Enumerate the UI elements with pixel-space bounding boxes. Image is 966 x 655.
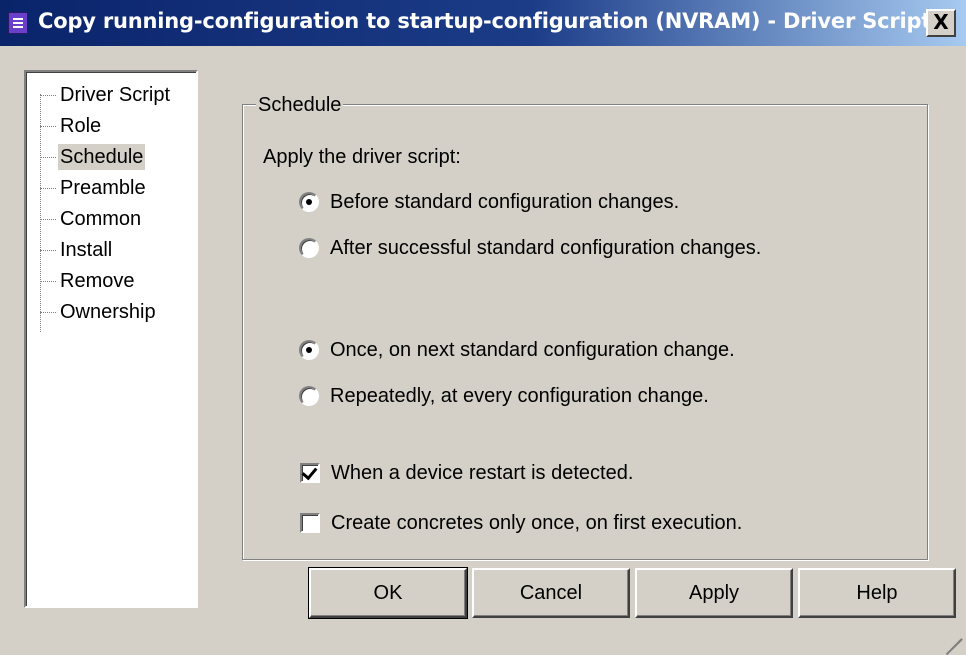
section-tree[interactable]: Driver Script Role Schedule Preamble Com… <box>24 70 198 608</box>
window-title: Copy running-configuration to startup-co… <box>38 9 932 33</box>
ok-button[interactable]: OK <box>308 567 468 619</box>
tree-dash <box>40 311 56 313</box>
tree-dash <box>40 218 56 220</box>
tree-item-preamble[interactable]: Preamble <box>40 173 148 203</box>
tree-item-schedule[interactable]: Schedule <box>40 142 146 172</box>
tree-item-label: Preamble <box>60 177 146 199</box>
tree-item-label: Common <box>60 208 142 230</box>
radio-selected-dot <box>306 347 312 353</box>
tree-dash <box>40 187 56 189</box>
radio-after-successful[interactable] <box>299 238 319 258</box>
schedule-group-label: Schedule <box>256 92 344 118</box>
close-button[interactable]: X <box>926 9 956 37</box>
checkmark-icon <box>301 463 318 481</box>
tree-item-label: Driver Script <box>60 84 171 106</box>
radio-before-standard[interactable] <box>299 192 319 212</box>
close-icon: X <box>933 10 949 34</box>
tree-dash <box>40 156 56 158</box>
tree-item-label: Install <box>60 239 113 261</box>
checkbox-label-concretes-once[interactable]: Create concretes only once, on first exe… <box>331 510 742 536</box>
tree-item-driver-script[interactable]: Driver Script <box>40 80 172 110</box>
cancel-button[interactable]: Cancel <box>472 568 630 618</box>
tree-item-install[interactable]: Install <box>40 235 114 265</box>
radio-selected-dot <box>306 199 312 205</box>
script-icon <box>8 12 28 34</box>
tree-item-label: Ownership <box>60 301 156 323</box>
tree-item-label: Remove <box>60 270 135 292</box>
radio-label-repeatedly[interactable]: Repeatedly, at every configuration chang… <box>330 383 709 409</box>
apply-label: Apply the driver script: <box>263 146 461 168</box>
tree-item-label: Role <box>60 115 102 137</box>
apply-button[interactable]: Apply <box>635 568 793 618</box>
title-bar[interactable]: Copy running-configuration to startup-co… <box>0 0 966 46</box>
tree-item-label: Schedule <box>58 144 146 170</box>
tree-dash <box>40 125 56 127</box>
radio-label-after-successful[interactable]: After successful standard configuration … <box>330 235 761 261</box>
tree-dash <box>40 249 56 251</box>
radio-label-before-standard[interactable]: Before standard configuration changes. <box>330 189 679 215</box>
resize-grip-icon[interactable] <box>940 620 963 655</box>
radio-repeatedly[interactable] <box>299 386 319 406</box>
radio-once[interactable] <box>299 340 319 360</box>
tree-item-role[interactable]: Role <box>40 111 103 141</box>
tree-dash <box>40 280 56 282</box>
schedule-group-box <box>242 104 928 560</box>
tree-item-ownership[interactable]: Ownership <box>40 297 158 327</box>
checkbox-concretes-once[interactable] <box>300 513 320 533</box>
radio-label-once[interactable]: Once, on next standard configuration cha… <box>330 337 735 363</box>
tree-item-common[interactable]: Common <box>40 204 143 234</box>
tree-dash <box>40 94 56 96</box>
tree-item-remove[interactable]: Remove <box>40 266 136 296</box>
checkbox-label-device-restart[interactable]: When a device restart is detected. <box>331 460 633 486</box>
help-button[interactable]: Help <box>798 568 956 618</box>
checkbox-device-restart[interactable] <box>300 463 320 483</box>
